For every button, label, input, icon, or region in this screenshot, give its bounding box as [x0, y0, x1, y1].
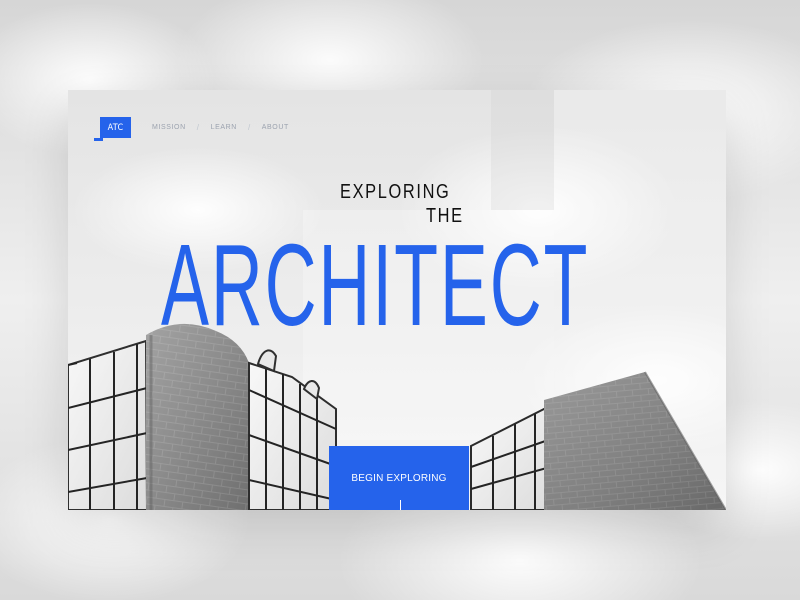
begin-exploring-button[interactable]: BEGIN EXPLORING: [329, 446, 469, 510]
hero-card: ATC MISSION / LEARN / ABOUT EXPLORING TH…: [68, 90, 726, 510]
right-concrete-tower: [544, 371, 726, 510]
left-mid-glass: [248, 349, 337, 510]
right-glass-facade: [470, 408, 555, 510]
cta-scroll-line: [400, 500, 401, 510]
left-concrete-tower: [146, 323, 249, 510]
left-glass-facade: [68, 339, 149, 510]
